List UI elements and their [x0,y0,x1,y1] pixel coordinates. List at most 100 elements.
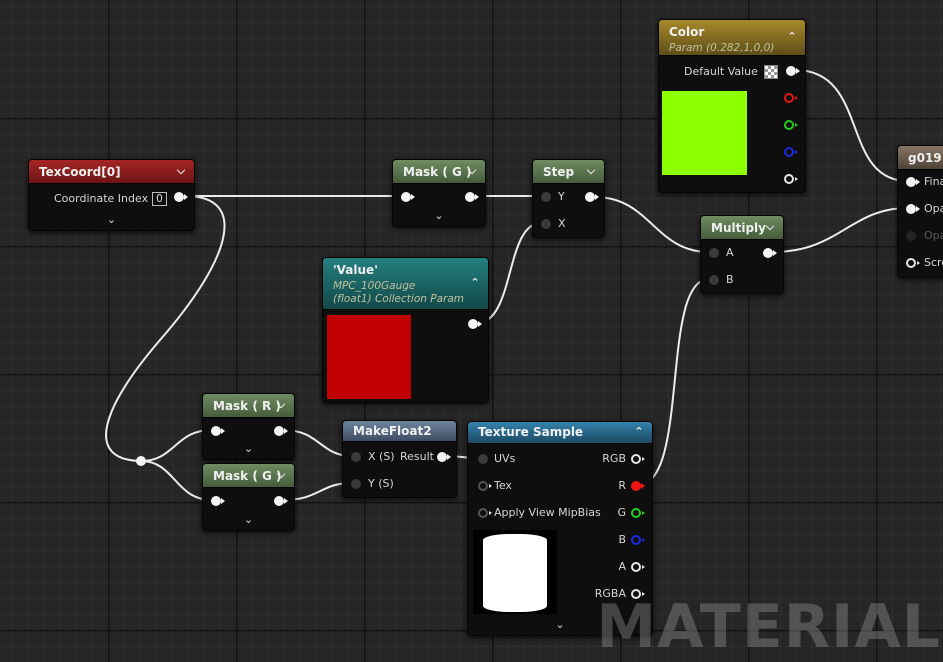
node-title: Texture Sample [478,425,584,439]
node-title: MakeFloat2 [353,424,432,438]
node-subtitle: Param (0.282,1,0,0) [669,42,775,54]
multiply-b-label: B [726,273,734,286]
mask-g-bottom-node[interactable]: Mask ( G ) ⌵ ⌄ [202,463,295,531]
step-output-pin[interactable] [585,192,599,202]
multiply-output-pin[interactable] [763,248,777,258]
uvs-label: UVs [494,452,516,465]
tex-input-pin[interactable] [478,481,492,491]
opacity-input-pin[interactable] [906,204,920,214]
rgb-label: RGB [602,452,626,465]
mask-output-pin[interactable] [274,496,288,506]
step-y-input-pin[interactable] [541,192,551,202]
wire-step-to-multiply-a [594,196,710,253]
chevron-down-icon[interactable]: ⌵ [763,220,777,234]
tex-label: Tex [494,479,512,492]
node-subtitle-2: (float1) Collection Param [333,293,464,305]
chevron-down-icon[interactable]: ⌵ [274,398,288,412]
node-subtitle-1: MPC_100Gauge [333,280,416,292]
makefloat-output-pin[interactable] [437,452,451,462]
color-picker-swatch-icon[interactable] [763,65,778,79]
chevron-down-icon[interactable]: ⌵ [274,468,288,482]
multiply-b-input-pin[interactable] [709,275,719,285]
multiply-a-input-pin[interactable] [709,248,719,258]
coordinate-index-label: Coordinate Index [54,192,149,205]
multiply-a-label: A [726,246,734,259]
expand-chevron-icon[interactable]: ⌄ [431,209,447,223]
chevron-up-icon[interactable]: ⌃ [468,276,482,290]
wire-color-to-result-final [794,69,909,182]
expand-chevron-icon[interactable]: ⌄ [104,213,120,227]
mipbias-input-pin[interactable] [478,508,492,518]
result-pin-label-1: Fina [924,175,943,188]
a-output-pin[interactable] [631,562,645,572]
b-label: B [618,533,626,546]
reroute-node[interactable] [136,456,146,466]
color-param-node[interactable]: Color Param (0.282,1,0,0) ⌃ Default Valu… [658,19,806,193]
texcoord-node[interactable]: TexCoord[0] ⌵ Coordinate Index 0 ⌄ [28,159,195,231]
uvs-input-pin[interactable] [478,454,488,464]
texcoord-output-pin[interactable] [174,192,188,202]
value-param-node[interactable]: 'Value' MPC_100Gauge (float1) Collection… [322,257,489,403]
makefloat-x-input-pin[interactable] [351,452,361,462]
value-output-pin[interactable] [468,319,482,329]
chevron-down-icon[interactable]: ⌵ [584,164,598,178]
mask-input-pin[interactable] [401,192,415,202]
mask-input-pin[interactable] [211,426,225,436]
coordinate-index-value[interactable]: 0 [152,192,167,206]
g-output-pin[interactable] [631,508,645,518]
expand-chevron-icon[interactable]: ⌄ [241,513,257,527]
expand-chevron-icon[interactable]: ⌄ [241,442,257,456]
mask-r-node[interactable]: Mask ( R ) ⌵ ⌄ [202,393,295,460]
r-output-pin[interactable] [631,481,645,491]
final-color-input-pin[interactable] [906,177,920,187]
result-pin-label-4: Scre [924,256,943,269]
node-title: Mask ( G ) [213,469,282,483]
chevron-down-icon[interactable]: ⌵ [465,164,479,178]
result-pin-label-2: Opa [924,202,943,215]
makefloat-y-label: Y (S) [368,477,394,490]
color-g-output-pin[interactable] [784,120,798,130]
color-b-output-pin[interactable] [784,147,798,157]
node-title: Mask ( G ) [403,165,472,179]
mipbias-label: Apply View MipBias [494,506,601,519]
multiply-node[interactable]: Multiply ⌵ A B [700,215,784,294]
a-label: A [618,560,626,573]
step-x-label: X [558,217,566,230]
material-result-node[interactable]: g019 Fina Opa Opa Scre [897,145,943,278]
mask-g-top-node[interactable]: Mask ( G ) ⌵ ⌄ [392,159,486,227]
texture-preview-shape [483,534,547,612]
opacity-mask-input-pin[interactable] [906,231,916,241]
color-param-header: Color Param (0.282,1,0,0) ⌃ [659,20,805,56]
node-title: Color [669,25,705,39]
mask-g-top-header: Mask ( G ) ⌵ [393,160,485,184]
color-r-output-pin[interactable] [784,93,798,103]
step-node[interactable]: Step ⌵ Y X [532,159,605,238]
default-value-label: Default Value [684,65,758,78]
color-a-output-pin[interactable] [784,174,798,184]
chevron-down-icon[interactable]: ⌵ [174,164,188,178]
step-x-input-pin[interactable] [541,219,551,229]
node-title: TexCoord[0] [39,165,121,179]
makefloat2-header: MakeFloat2 [343,421,456,442]
b-output-pin[interactable] [631,535,645,545]
material-result-header: g019 [898,146,943,170]
mask-r-header: Mask ( R ) ⌵ [203,394,294,418]
texture-preview [473,530,557,614]
texcoord-header: TexCoord[0] ⌵ [29,160,194,184]
chevron-up-icon[interactable]: ⌃ [632,425,646,439]
color-rgb-output-pin[interactable] [786,66,800,76]
mask-output-pin[interactable] [274,426,288,436]
multiply-header: Multiply ⌵ [701,216,783,240]
screen-input-pin[interactable] [906,258,920,268]
node-title: 'Value' [333,263,378,277]
mask-output-pin[interactable] [465,192,479,202]
mask-input-pin[interactable] [211,496,225,506]
step-y-label: Y [558,190,565,203]
makefloat2-node[interactable]: MakeFloat2 X (S) Result Y (S) [342,420,457,498]
makefloat-y-input-pin[interactable] [351,479,361,489]
node-title: Mask ( R ) [213,399,281,413]
r-label: R [618,479,626,492]
expand-chevron-icon[interactable]: ⌄ [552,618,568,632]
rgb-output-pin[interactable] [631,454,645,464]
chevron-up-icon[interactable]: ⌃ [785,30,799,44]
